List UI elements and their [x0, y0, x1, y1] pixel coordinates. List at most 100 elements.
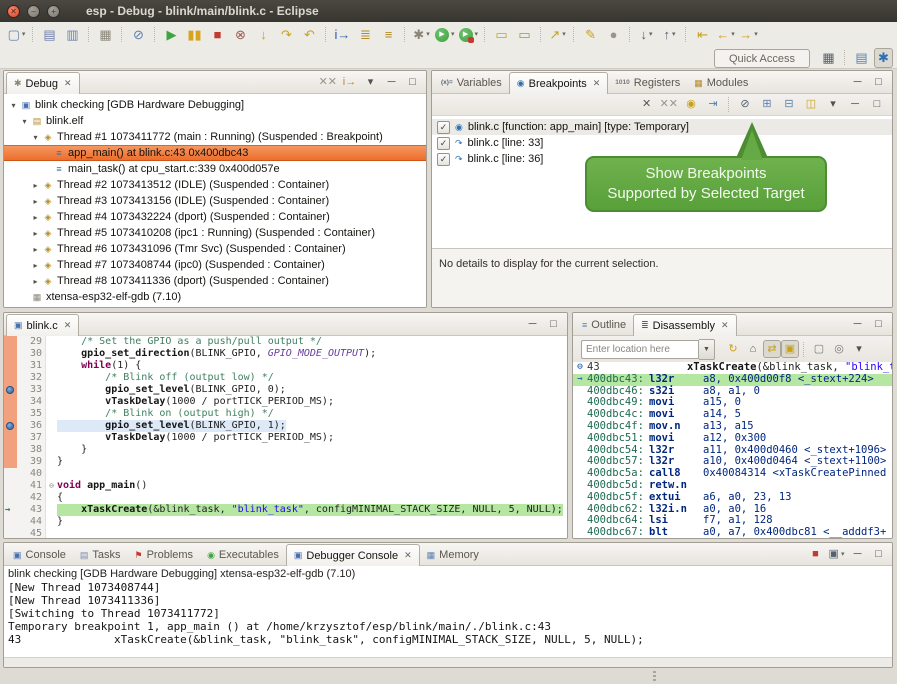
dropdown-arrow-icon[interactable]: ▾ [475, 31, 479, 38]
close-icon[interactable]: ✕ [721, 320, 729, 331]
new-view-icon[interactable]: ▢ [809, 340, 829, 358]
annotation-ruler[interactable] [4, 468, 17, 480]
tree-item[interactable]: ▸◈Thread #2 1073413512 (IDLE) (Suspended… [4, 177, 426, 193]
annotation-ruler[interactable] [4, 408, 17, 420]
home-icon[interactable]: ⌂ [743, 340, 763, 358]
suspend-icon[interactable]: ▮▮ [184, 25, 205, 45]
instruction-stepping-mode-icon[interactable]: i→ [340, 74, 359, 91]
disassembly-line[interactable]: 400dbc5d:retw.n [573, 480, 892, 492]
mark-occurrences-icon[interactable]: ✎ [580, 25, 601, 45]
resume-icon[interactable]: ▶ [161, 25, 182, 45]
editor-line[interactable]: 45 [4, 528, 567, 538]
tab-console[interactable]: ▣Console [6, 545, 73, 565]
collapsed-arrow-icon[interactable]: ▸ [30, 213, 41, 222]
breakpoint-item[interactable]: ✓◉blink.c [function: app_main] [type: Te… [432, 119, 892, 135]
tree-item[interactable]: ≡main_task() at cpu_start.c:339 0x400d05… [4, 161, 426, 177]
disassembly-listing[interactable]: ⊖43 xTaskCreate(&blink_task, "blink_tas→… [573, 362, 892, 538]
refresh-icon[interactable]: ↻ [723, 340, 743, 358]
debug-launch-tree[interactable]: ▾▣blink checking [GDB Hardware Debugging… [4, 94, 426, 307]
console-output[interactable]: blink checking [GDB Hardware Debugging] … [4, 566, 892, 658]
minimize-icon[interactable]: ─ [848, 546, 867, 563]
collapsed-arrow-icon[interactable]: ▸ [30, 261, 41, 270]
expanded-arrow-icon[interactable]: ▾ [30, 133, 41, 142]
line-number[interactable]: 34 [17, 396, 46, 408]
debug-perspective-button[interactable]: ✱ [874, 48, 893, 68]
expanded-arrow-icon[interactable]: ▾ [8, 101, 19, 110]
external-tools-icon[interactable]: ▶▾ [458, 25, 480, 45]
minimize-icon[interactable]: ─ [382, 74, 401, 91]
collapsed-arrow-icon[interactable]: ▸ [30, 181, 41, 190]
breakpoint-checkbox[interactable]: ✓ [437, 137, 450, 150]
annotation-ruler[interactable]: → [4, 504, 17, 516]
line-number[interactable]: 35 [17, 408, 46, 420]
minimize-icon[interactable]: ─ [848, 316, 867, 333]
skip-all-breakpoints-icon[interactable]: ⊘ [735, 96, 755, 113]
tab-modules[interactable]: ▦Modules [687, 73, 755, 93]
tab-memory[interactable]: ▦Memory [420, 545, 486, 565]
maximize-icon[interactable]: □ [869, 316, 888, 333]
fold-collapse-icon[interactable]: ⊖ [46, 480, 57, 492]
close-button[interactable]: ✕ [7, 5, 20, 18]
breakpoint-marker-icon[interactable] [6, 386, 14, 394]
collapsed-arrow-icon[interactable]: ▸ [30, 197, 41, 206]
pin-view-icon[interactable]: ◎ [829, 340, 849, 358]
maximize-icon[interactable]: □ [869, 546, 888, 563]
editor-line[interactable]: 32 /* Blink off (output low) */ [4, 372, 567, 384]
disassembly-line[interactable]: 400dbc67:blta0, a7, 0x400dbc81 <__adddf3… [573, 527, 892, 538]
fold-collapse-icon[interactable]: ⊖ [573, 362, 587, 374]
editor-line[interactable]: 37 vTaskDelay(1000 / portTICK_PERIOD_MS)… [4, 432, 567, 444]
tree-item[interactable]: ≡app_main() at blink.c:43 0x400dbc43 [4, 145, 426, 161]
editor-line[interactable]: 42{ [4, 492, 567, 504]
line-number[interactable]: 29 [17, 336, 46, 348]
annotation-ruler[interactable] [4, 528, 17, 538]
dropdown-arrow-icon[interactable]: ▾ [451, 31, 455, 38]
quick-access-button[interactable]: Quick Access [714, 49, 810, 68]
tree-item[interactable]: ▸◈Thread #6 1073431096 (Tmr Svc) (Suspen… [4, 241, 426, 257]
instruction-stepping-icon[interactable]: i→ [332, 25, 353, 45]
annotation-ruler[interactable] [4, 516, 17, 528]
editor-line[interactable]: 30 gpio_set_direction(BLINK_GPIO, GPIO_M… [4, 348, 567, 360]
track-expression-icon[interactable]: ▣ [781, 340, 799, 358]
new-wizard-icon[interactable]: ▢▾ [6, 25, 27, 45]
editor-line[interactable]: 41⊖void app_main() [4, 480, 567, 492]
step-return-icon[interactable]: ↶ [299, 25, 320, 45]
tab-variables[interactable]: (x)=Variables [434, 73, 509, 93]
line-number[interactable]: 36 [17, 420, 46, 432]
line-number[interactable]: 43 [17, 504, 46, 516]
annotation-ruler[interactable] [4, 396, 17, 408]
editor-line[interactable]: 38 } [4, 444, 567, 456]
maximize-button[interactable]: + [47, 5, 60, 18]
view-menu-icon[interactable]: ▾ [361, 74, 380, 91]
step-filters-icon[interactable]: ≡ [378, 25, 399, 45]
collapse-all-icon[interactable]: ⊟ [779, 96, 799, 113]
collapsed-arrow-icon[interactable]: ▸ [30, 229, 41, 238]
annotation-ruler[interactable] [4, 360, 17, 372]
tree-item[interactable]: ▸◈Thread #7 1073408744 (ipc0) (Suspended… [4, 257, 426, 273]
next-annotation-icon[interactable]: ↓▾ [636, 25, 657, 45]
breakpoint-checkbox[interactable]: ✓ [437, 153, 450, 166]
maximize-icon[interactable]: □ [869, 74, 888, 91]
view-menu-icon[interactable]: ▾ [849, 340, 869, 358]
maximize-icon[interactable]: □ [867, 96, 887, 113]
build-icon[interactable]: ▦ [95, 25, 116, 45]
display-console-icon[interactable]: ▣▾ [827, 546, 846, 563]
show-breakpoints-for-target-icon[interactable]: ◉ [681, 96, 701, 113]
editor-line[interactable]: 44} [4, 516, 567, 528]
statusbar-drag-handle[interactable] [653, 671, 656, 681]
annotation-ruler[interactable] [4, 420, 17, 432]
tab-problems[interactable]: ⚑Problems [128, 545, 201, 565]
dropdown-arrow-icon[interactable]: ▾ [426, 31, 430, 38]
terminate-icon[interactable]: ■ [207, 25, 228, 45]
console-horizontal-scrollbar[interactable] [4, 657, 892, 667]
dropdown-arrow-icon[interactable]: ▾ [754, 31, 758, 38]
tree-item[interactable]: ▸◈Thread #5 1073410208 (ipc1 : Running) … [4, 225, 426, 241]
line-number[interactable]: 42 [17, 492, 46, 504]
breakpoint-checkbox[interactable]: ✓ [437, 121, 450, 134]
location-dropdown-icon[interactable]: ▼ [699, 339, 715, 360]
line-number[interactable]: 40 [17, 468, 46, 480]
editor-line[interactable]: 36 gpio_set_level(BLINK_GPIO, 1); [4, 420, 567, 432]
editor-line[interactable]: 40 [4, 468, 567, 480]
forward-icon[interactable]: →▾ [738, 25, 759, 45]
expand-all-icon[interactable]: ⊞ [757, 96, 777, 113]
show-threads-icon[interactable]: ≣ [355, 25, 376, 45]
